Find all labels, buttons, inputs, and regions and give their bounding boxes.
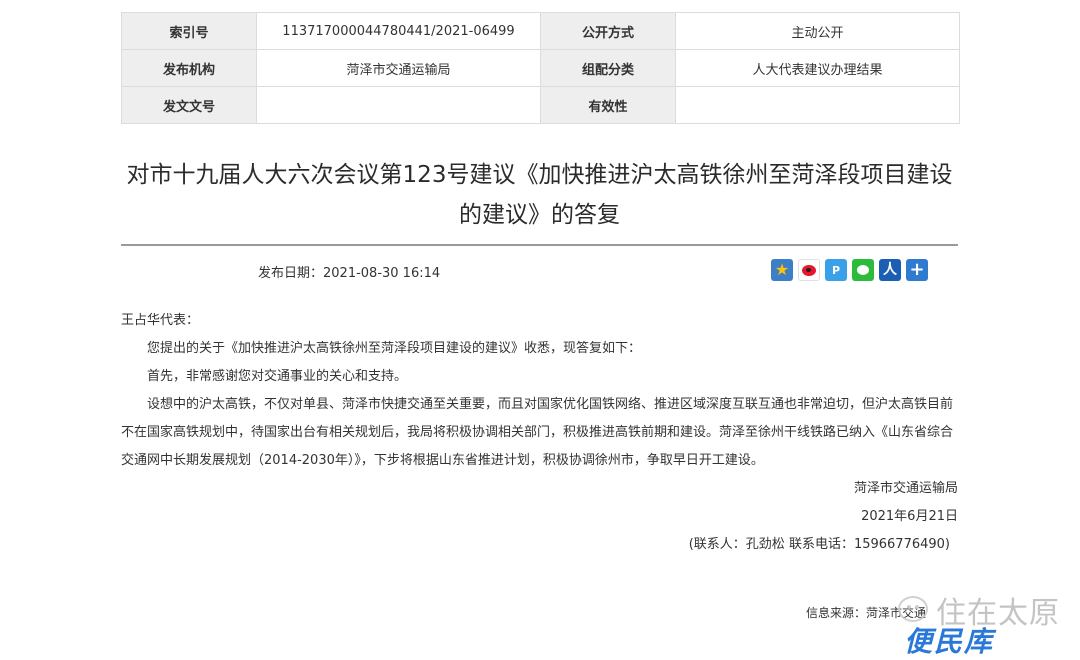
- qzone-icon[interactable]: P: [825, 259, 847, 281]
- article-title-line2: 的建议》的答复: [459, 202, 620, 228]
- info-label-publisher: 发布机构: [121, 49, 257, 87]
- info-label-category: 组配分类: [540, 49, 676, 87]
- info-value-doc-number: [256, 86, 541, 124]
- watermark-brand: 便民库: [904, 625, 995, 658]
- info-label-validity: 有效性: [540, 86, 676, 124]
- share-bar: ★ P 人 +: [771, 259, 928, 281]
- info-value-validity: [675, 86, 960, 124]
- renren-icon[interactable]: 人: [879, 259, 901, 281]
- renren-glyph: 人: [883, 262, 897, 278]
- publish-date: 发布日期：2021-08-30 16:14: [258, 266, 441, 281]
- more-glyph: +: [909, 259, 925, 280]
- article-body: 王占华代表： 您提出的关于《加快推进沪太高铁徐州至菏泽段项目建设的建议》收悉，现…: [121, 307, 958, 559]
- article-title: 对市十九届人大六次会议第123号建议《加快推进沪太高铁徐州至菏泽段项目建设 的建…: [121, 155, 958, 235]
- watermark-wechat-icon: [898, 596, 928, 622]
- weibo-icon[interactable]: [798, 259, 820, 281]
- paragraph-2: 首先，非常感谢您对交通事业的关心和支持。: [147, 369, 408, 384]
- paragraph-3: 设想中的沪太高铁，不仅对单县、菏泽市快捷交通至关重要，而且对国家优化国铁网络、推…: [121, 397, 954, 468]
- info-value-publisher: 菏泽市交通运输局: [256, 49, 541, 87]
- info-label-index: 索引号: [121, 12, 257, 50]
- info-row: 发文文号 有效性: [121, 86, 960, 124]
- signature: 菏泽市交通运输局: [853, 481, 958, 496]
- info-value-index: 113717000044780441/2021-06499: [256, 12, 541, 50]
- more-share-icon[interactable]: +: [906, 259, 928, 281]
- contact-info: (联系人：孔劲松 联系电话：15966776490): [688, 537, 950, 552]
- title-divider: [121, 244, 958, 246]
- info-value-disclosure: 主动公开: [675, 12, 960, 50]
- paragraph-1: 您提出的关于《加快推进沪太高铁徐州至菏泽段项目建设的建议》收悉，现答复如下：: [147, 341, 642, 356]
- favorite-icon[interactable]: ★: [771, 259, 793, 281]
- info-table: 索引号 113717000044780441/2021-06499 公开方式 主…: [121, 12, 960, 124]
- favorite-glyph: ★: [774, 260, 790, 279]
- article-title-line1: 对市十九届人大六次会议第123号建议《加快推进沪太高铁徐州至菏泽段项目建设: [126, 162, 953, 188]
- qzone-glyph: P: [831, 263, 841, 277]
- info-label-disclosure: 公开方式: [540, 12, 676, 50]
- sign-date: 2021年6月21日: [861, 509, 958, 524]
- info-label-doc-number: 发文文号: [121, 86, 257, 124]
- info-row: 索引号 113717000044780441/2021-06499 公开方式 主…: [121, 12, 960, 50]
- info-value-category: 人大代表建议办理结果: [675, 49, 960, 87]
- wechat-icon[interactable]: [852, 259, 874, 281]
- info-row: 发布机构 菏泽市交通运输局 组配分类 人大代表建议办理结果: [121, 49, 960, 87]
- salutation: 王占华代表：: [121, 313, 200, 328]
